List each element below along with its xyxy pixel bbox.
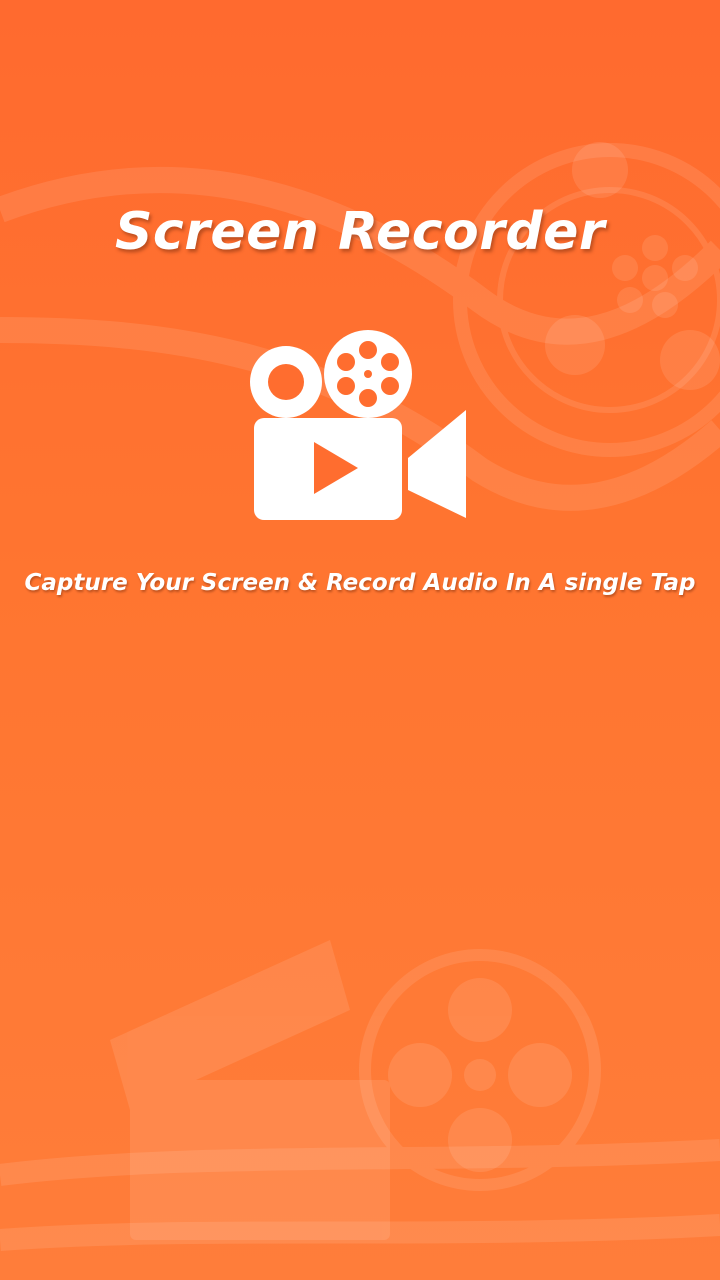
splash-screen: Screen Recorder Capture Your Screen & Re… [0,0,720,1280]
film-background-pattern [0,142,720,1251]
video-camera-play-icon [250,330,466,520]
app-tagline: Capture Your Screen & Record Audio In A … [24,570,696,596]
app-title: Screen Recorder [114,202,606,262]
